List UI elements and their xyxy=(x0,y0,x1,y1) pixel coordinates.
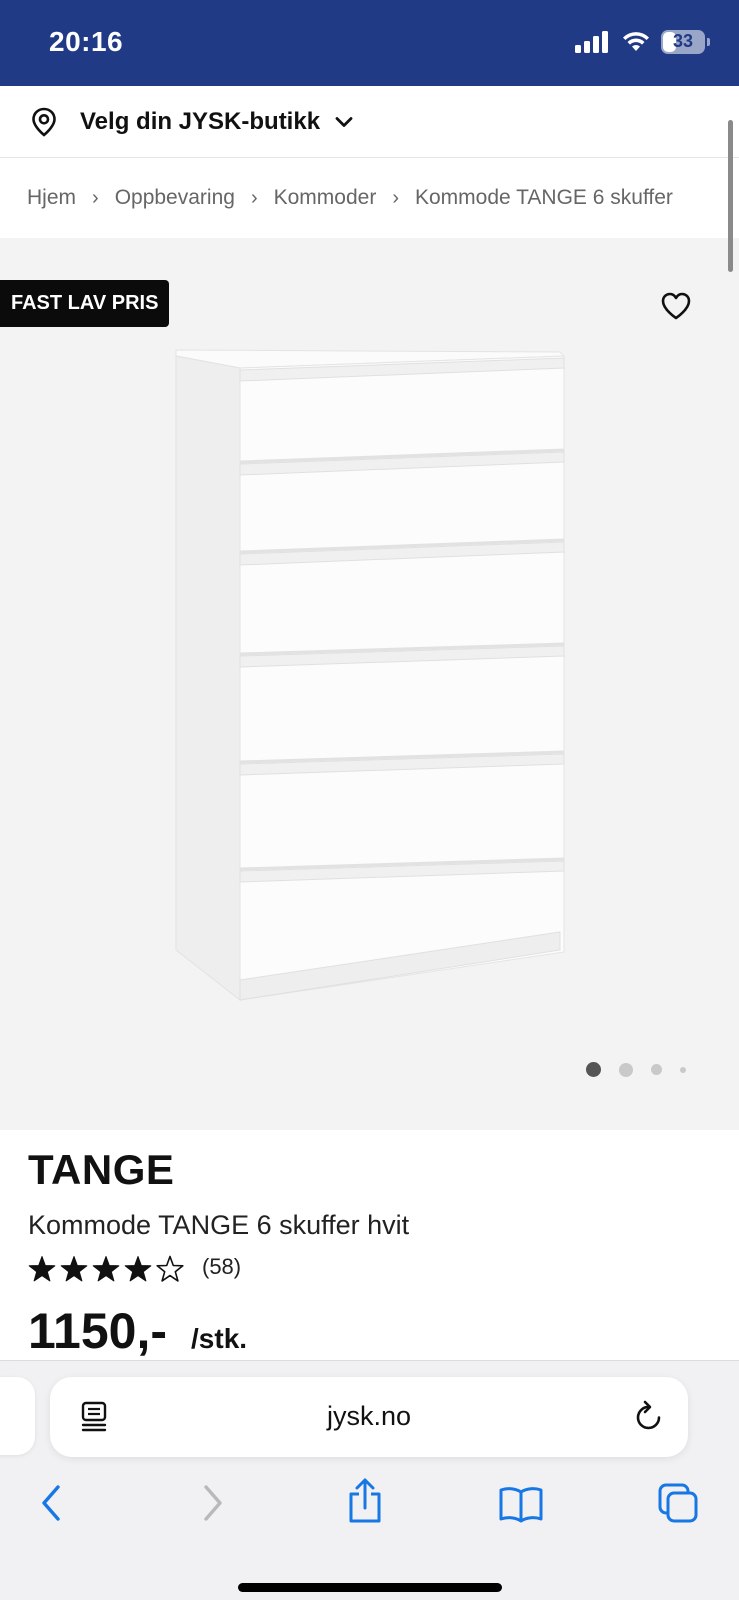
price-row: 1150,- /stk. xyxy=(28,1302,247,1360)
status-time: 20:16 xyxy=(49,26,124,57)
battery-nub xyxy=(707,38,710,46)
store-selector[interactable]: Velg din JYSK-butikk xyxy=(0,86,739,158)
breadcrumb: Hjem › Oppbevaring › Kommoder › Kommode … xyxy=(0,159,739,237)
gallery-pagination[interactable] xyxy=(586,1062,686,1077)
price-badge: FAST LAV PRIS xyxy=(0,280,170,327)
wifi-icon xyxy=(623,32,649,51)
product-image-dresser[interactable] xyxy=(168,344,588,1004)
tabs-icon[interactable] xyxy=(656,1481,700,1525)
home-indicator[interactable] xyxy=(238,1583,502,1592)
status-icons: 33 xyxy=(575,30,710,54)
product-price: 1150,- xyxy=(28,1303,168,1359)
breadcrumb-current: Kommode TANGE 6 skuffer xyxy=(414,186,673,209)
star-filled-icon xyxy=(92,1256,120,1282)
product-rating[interactable]: (58) xyxy=(28,1254,241,1284)
heart-icon[interactable] xyxy=(660,291,692,321)
chevron-down-icon xyxy=(334,115,354,129)
product-info: TANGE Kommode TANGE 6 skuffer hvit (58) … xyxy=(0,1130,739,1360)
rating-stars-icon xyxy=(28,1255,184,1282)
location-pin-icon xyxy=(32,107,56,137)
breadcrumb-dressers[interactable]: Kommoder xyxy=(274,186,377,210)
breadcrumb-storage[interactable]: Oppbevaring xyxy=(115,186,235,210)
star-filled-icon xyxy=(28,1256,56,1282)
forward-icon[interactable] xyxy=(198,1483,226,1523)
previous-tab-preview[interactable] xyxy=(0,1377,35,1455)
product-image-gallery[interactable]: FAST LAV PRIS xyxy=(0,238,739,1130)
pagination-dot[interactable] xyxy=(619,1062,633,1077)
product-name: Kommode TANGE 6 skuffer hvit xyxy=(28,1210,410,1240)
chevron-right-icon: › xyxy=(92,186,99,209)
review-count[interactable]: (58) xyxy=(202,1254,241,1280)
battery-icon: 33 xyxy=(661,30,710,54)
breadcrumb-home[interactable]: Hjem xyxy=(27,186,76,210)
cellular-signal-icon xyxy=(575,31,608,53)
share-icon[interactable] xyxy=(346,1477,384,1525)
status-bar: 20:16 33 xyxy=(0,0,739,86)
reload-icon[interactable] xyxy=(634,1399,664,1433)
star-filled-icon xyxy=(60,1256,88,1282)
star-empty-icon xyxy=(156,1255,184,1282)
pagination-dot[interactable] xyxy=(680,1066,686,1073)
chevron-right-icon: › xyxy=(250,186,258,209)
address-bar[interactable]: jysk.no xyxy=(50,1377,688,1457)
page-scrollbar[interactable] xyxy=(728,120,733,272)
browser-chrome: jysk.no xyxy=(0,1360,739,1600)
pagination-dot[interactable] xyxy=(651,1064,662,1075)
chevron-right-icon: › xyxy=(392,186,399,209)
browser-toolbar xyxy=(0,1471,739,1551)
back-icon[interactable] xyxy=(38,1483,66,1523)
store-selector-label: Velg din JYSK-butikk xyxy=(80,107,321,135)
pagination-dot-active[interactable] xyxy=(586,1062,601,1077)
star-filled-icon xyxy=(124,1256,152,1282)
bookmarks-icon[interactable] xyxy=(498,1485,544,1523)
battery-percentage: 33 xyxy=(672,31,694,51)
price-unit: /stk. xyxy=(191,1323,248,1354)
product-brand: TANGE xyxy=(28,1146,175,1193)
url-text: jysk.no xyxy=(326,1401,412,1431)
